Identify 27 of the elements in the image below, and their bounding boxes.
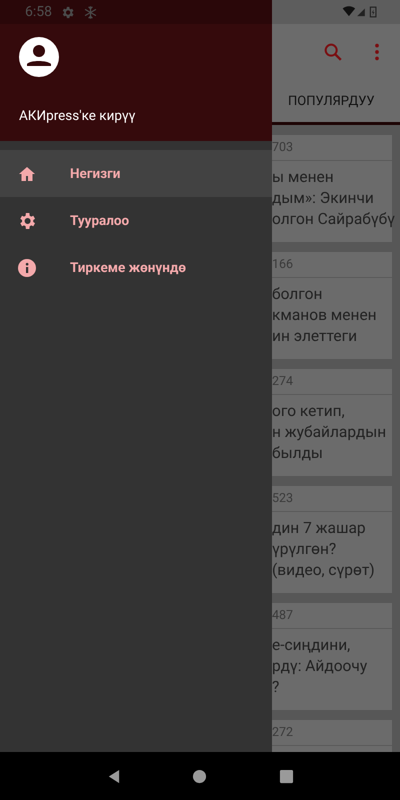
menu-item[interactable]: Негизги: [0, 150, 272, 197]
tab[interactable]: ПОПУЛЯРДУУ: [272, 80, 400, 125]
article-title-line: рдү: Айдоочу: [272, 656, 368, 677]
menu-item[interactable]: Тиркеме жөнүндө: [0, 244, 272, 291]
gear-icon: [60, 4, 75, 20]
info-icon: [17, 258, 37, 278]
recents-icon[interactable]: [279, 768, 294, 784]
article-title-line: үрүлгөн?: [272, 539, 338, 560]
article-title-line: былды: [272, 443, 324, 464]
article-title-line: дин 7 жашар: [272, 518, 367, 539]
article-title-line: н жубайлардын: [272, 422, 388, 443]
article-title-line: е-сиңдини,: [272, 635, 352, 656]
account-icon[interactable]: [19, 37, 59, 77]
menu-item[interactable]: Тууралоо: [0, 197, 272, 244]
snowflake-icon: [83, 4, 98, 20]
article-title-line: ого кетип,: [272, 401, 346, 422]
article-title-line: дым»: Экинчи: [272, 188, 375, 209]
home-button-icon[interactable]: [192, 768, 208, 784]
article-title-line: ин элеттеги: [272, 326, 358, 347]
sign-in-link[interactable]: АКИpress'ке кирүү: [19, 108, 136, 124]
article-title-line: кманов менен: [272, 305, 378, 326]
article-title-line: болгон: [272, 284, 324, 305]
status-time: 6:58: [25, 4, 52, 20]
article-title-line: олгон Сайрабүбү: [272, 209, 392, 230]
article-title-line: ?: [272, 677, 280, 698]
article-title-line: ы менен: [272, 167, 335, 188]
article-title-line: (видео, сүрөт): [272, 560, 376, 581]
